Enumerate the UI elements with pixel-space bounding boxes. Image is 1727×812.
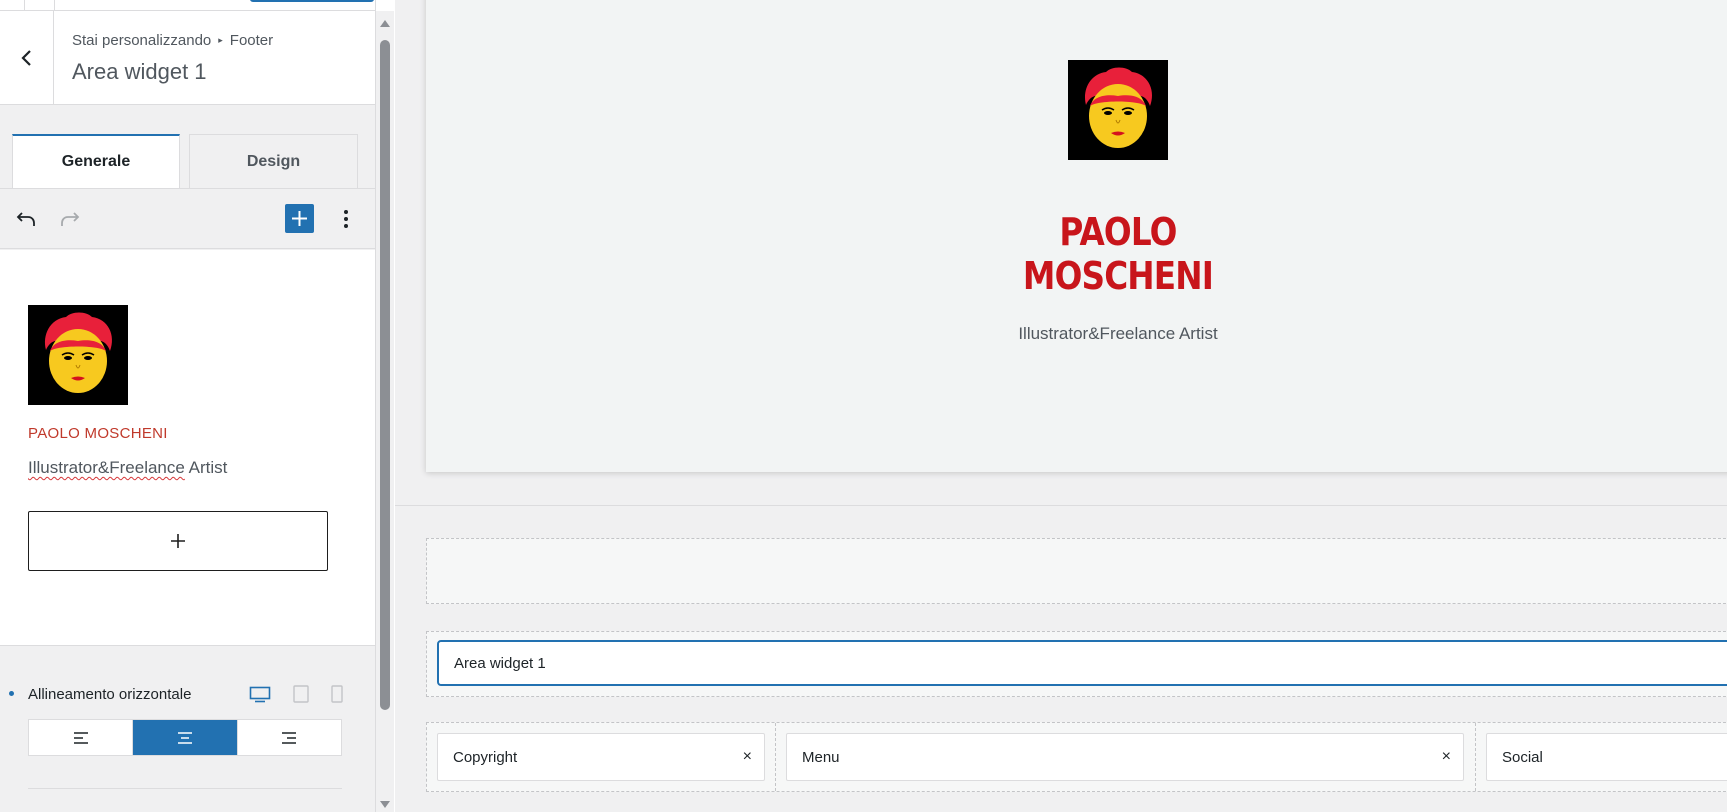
panel-tabs: Generale Design — [12, 134, 358, 188]
tab-generale[interactable]: Generale — [12, 134, 180, 188]
redo-button[interactable] — [52, 201, 88, 237]
back-button[interactable] — [0, 11, 54, 105]
widget-title[interactable]: PAOLO MOSCHENI — [28, 425, 168, 442]
alignment-options: Allineamento orizzontale — [0, 647, 375, 812]
widget-subtitle[interactable]: Illustrator&Freelance Artist — [28, 458, 227, 478]
mobile-icon — [331, 685, 343, 703]
copyright-item[interactable]: Copyright × — [437, 733, 765, 781]
preview-subtitle: Illustrator&Freelance Artist — [1018, 324, 1218, 343]
tab-design[interactable]: Design — [189, 134, 358, 188]
subtitle-rest: Artist — [184, 458, 228, 477]
portrait-illustration — [1068, 60, 1168, 160]
footer-builder-row-main[interactable]: Area widget 1 — [426, 631, 1727, 697]
block-toolbar — [0, 189, 375, 249]
alignment-label: Allineamento orizzontale — [28, 686, 192, 703]
close-icon[interactable]: × — [743, 748, 752, 766]
social-item[interactable]: Social — [1486, 733, 1727, 781]
changed-indicator — [9, 691, 14, 696]
scroll-thumb[interactable] — [380, 40, 390, 710]
scroll-up-arrow-icon[interactable] — [380, 20, 390, 27]
desktop-icon — [249, 686, 271, 702]
widget-editor: PAOLO MOSCHENI Illustrator&Freelance Art… — [0, 250, 375, 646]
footer-widget-preview: PAOLO MOSCHENI Illustrator&Freelance Art… — [426, 0, 1727, 472]
more-options-button[interactable] — [328, 201, 364, 237]
align-center-icon — [177, 731, 192, 744]
close-icon[interactable]: × — [1442, 748, 1451, 766]
more-vertical-icon — [344, 210, 348, 228]
portrait-illustration — [28, 305, 128, 405]
breadcrumb-separator-icon: ▸ — [218, 35, 223, 45]
footer-builder-row-top[interactable] — [426, 538, 1727, 604]
alignment-button-group — [28, 719, 342, 756]
menu-label: Menu — [802, 748, 840, 766]
site-preview: PAOLO MOSCHENI Illustrator&Freelance Art… — [395, 0, 1727, 812]
undo-icon — [16, 212, 35, 226]
breadcrumb: Stai personalizzando ▸ Footer — [72, 32, 273, 49]
subtitle-misspelled: Illustrator&Freelance — [28, 458, 185, 477]
preview-title: PAOLO MOSCHENI — [1022, 210, 1214, 298]
breadcrumb-prefix: Stai personalizzando — [72, 32, 212, 49]
widget-area-1-item[interactable]: Area widget 1 — [437, 640, 1727, 686]
mobile-device-button[interactable] — [326, 685, 348, 703]
scroll-down-arrow-icon[interactable] — [380, 801, 390, 808]
desktop-device-button[interactable] — [249, 685, 271, 703]
footer-builder-row-bottom[interactable]: Copyright × Menu × Social — [426, 722, 1727, 792]
customizer-sidebar: Stai personalizzando ▸ Footer Area widget … — [0, 0, 376, 812]
tablet-device-button[interactable] — [290, 685, 312, 703]
tablet-icon — [293, 685, 309, 703]
add-block-appender[interactable] — [28, 511, 328, 571]
back-arrow-icon — [20, 50, 31, 66]
preview-portrait-image[interactable] — [1068, 60, 1168, 160]
plus-icon — [292, 211, 307, 226]
plus-icon — [171, 534, 185, 548]
align-right-icon — [282, 731, 297, 744]
menu-item[interactable]: Menu × — [786, 733, 1464, 781]
publish-button[interactable] — [250, 0, 374, 2]
align-left-icon — [73, 731, 88, 744]
breadcrumb-section: Footer — [229, 32, 274, 49]
social-label: Social — [1502, 748, 1543, 766]
panel-title: Area widget 1 — [72, 59, 207, 84]
add-block-button[interactable] — [285, 204, 314, 233]
panel-header: Stai personalizzando ▸ Footer Area widget … — [0, 11, 375, 105]
portrait-image-block[interactable] — [28, 305, 128, 405]
copyright-label: Copyright — [453, 748, 518, 766]
align-left-button[interactable] — [29, 720, 134, 755]
align-right-button[interactable] — [238, 720, 341, 755]
top-action-bar — [0, 0, 375, 11]
align-center-button[interactable] — [133, 720, 238, 755]
undo-button[interactable] — [8, 201, 44, 237]
sidebar-scrollbar[interactable] — [376, 11, 394, 812]
redo-icon — [61, 212, 80, 226]
